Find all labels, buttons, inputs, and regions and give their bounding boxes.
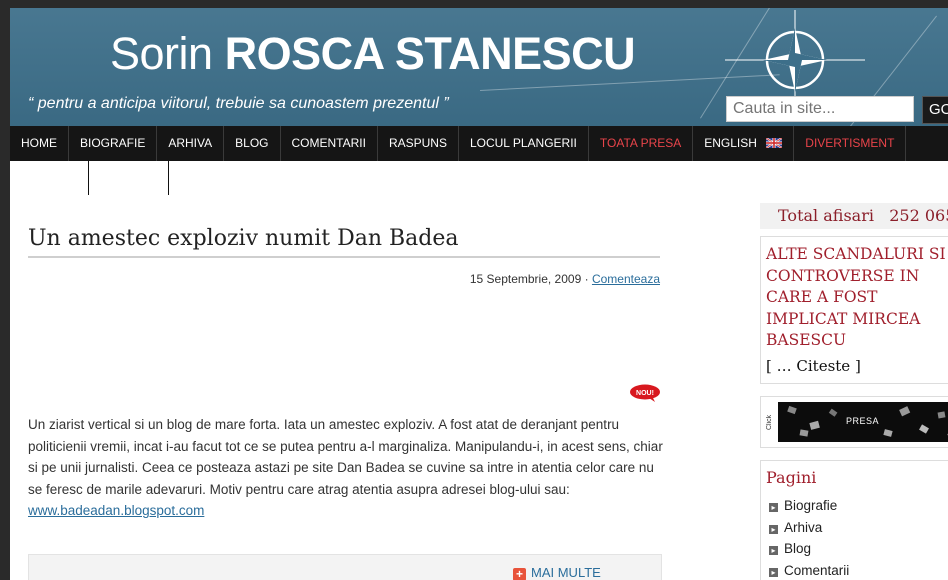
site-title-first: Sorin (110, 28, 213, 79)
browser-page: Sorin ROSCA STANESCU “ pentru a anticipa… (10, 8, 948, 580)
nav-dropdown-line (88, 161, 89, 195)
uk-flag-icon (766, 138, 783, 148)
meta-separator: · (584, 272, 589, 286)
nato-star-icon (725, 10, 865, 108)
site-title[interactable]: Sorin ROSCA STANESCU (110, 28, 636, 80)
site-header: Sorin ROSCA STANESCU “ pentru a anticipa… (10, 8, 948, 126)
total-views-label: Total afisari (778, 206, 874, 225)
search-input[interactable] (726, 96, 914, 122)
nav-item-arhiva[interactable]: ARHIVA (157, 126, 225, 161)
pagini-item-blog[interactable]: ▸ Blog (769, 538, 849, 560)
post-meta: 15 Septembrie, 2009 · Comenteaza (470, 272, 660, 286)
presa-label: PRESA (846, 416, 880, 426)
total-views: Total afisari 252 065 (778, 206, 948, 225)
nav-item-locul-plangerii[interactable]: LOCUL PLANGERII (459, 126, 589, 161)
site-tagline: “ pentru a anticipa viitorul, trebuie sa… (28, 95, 449, 112)
blog-link[interactable]: www.badeadan.blogspot.com (28, 503, 204, 518)
more-label: MAI MULTE (531, 565, 601, 580)
scandal-title[interactable]: ALTE SCANDALURI SI CONTROVERSE IN CARE A… (766, 244, 948, 352)
post-footer-bar: + MAI MULTE (28, 554, 662, 580)
read-more-link[interactable]: [ … Citeste ] (766, 357, 861, 375)
post-body: Un ziarist vertical si un blog de mare f… (28, 414, 664, 522)
new-badge-label: NOU! (636, 390, 654, 397)
nav-item-home[interactable]: HOME (10, 126, 69, 161)
title-divider (28, 256, 660, 258)
post-date: 15 Septembrie, 2009 (469, 272, 582, 286)
arrow-bullet-icon: ▸ (769, 546, 778, 555)
pagini-title: Pagini (766, 468, 817, 487)
nav-item-raspuns[interactable]: RASPUNS (378, 126, 459, 161)
presa-banner[interactable]: Click PRESA (766, 402, 948, 442)
post-body-text: Un ziarist vertical si un blog de mare f… (28, 417, 663, 497)
site-title-last: ROSCA STANESCU (224, 28, 636, 79)
pagini-item-label: Arhiva (784, 519, 823, 535)
pagini-item-label: Comentarii (784, 562, 850, 578)
pagini-item-arhiva[interactable]: ▸ Arhiva (769, 517, 849, 539)
nav-item-biografie[interactable]: BIOGRAFIE (69, 126, 158, 161)
pagini-item-comentarii[interactable]: ▸ Comentarii (769, 560, 849, 580)
nav-item-divertisment[interactable]: DIVERTISMENT (794, 126, 907, 161)
nav-item-english-label: ENGLISH (704, 136, 757, 150)
nav-item-blog[interactable]: BLOG (224, 126, 281, 161)
new-badge-icon: NOU! (630, 384, 660, 402)
pagini-item-label: Blog (784, 541, 812, 556)
pagini-item-biografie[interactable]: ▸ Biografie (769, 495, 849, 517)
total-views-value: 252 065 (889, 206, 948, 225)
pagini-item-label: Biografie (784, 498, 838, 513)
nav-item-english[interactable]: ENGLISH (693, 126, 795, 161)
plus-icon: + (513, 568, 526, 580)
arrow-bullet-icon: ▸ (769, 524, 778, 534)
arrow-bullet-icon: ▸ (769, 503, 778, 512)
pagini-list: ▸ Biografie ▸ Arhiva ▸ Blog ▸ Comentarii (769, 495, 849, 580)
comment-link[interactable]: Comenteaza (592, 272, 660, 286)
presa-click-label: Click (766, 402, 778, 442)
nav-item-comentarii[interactable]: COMENTARII (281, 126, 378, 161)
nav-dropdown-line (168, 161, 169, 195)
post-title[interactable]: Un amestec exploziv numit Dan Badea (28, 226, 459, 251)
search-go-button[interactable]: GO (922, 96, 948, 124)
more-button[interactable]: + MAI MULTE (513, 565, 601, 580)
nav-item-toata-presa[interactable]: TOATA PRESA (589, 126, 694, 161)
arrow-bullet-icon: ▸ (769, 567, 778, 577)
main-navigation: HOME BIOGRAFIE ARHIVA BLOG COMENTARII RA… (10, 126, 948, 161)
